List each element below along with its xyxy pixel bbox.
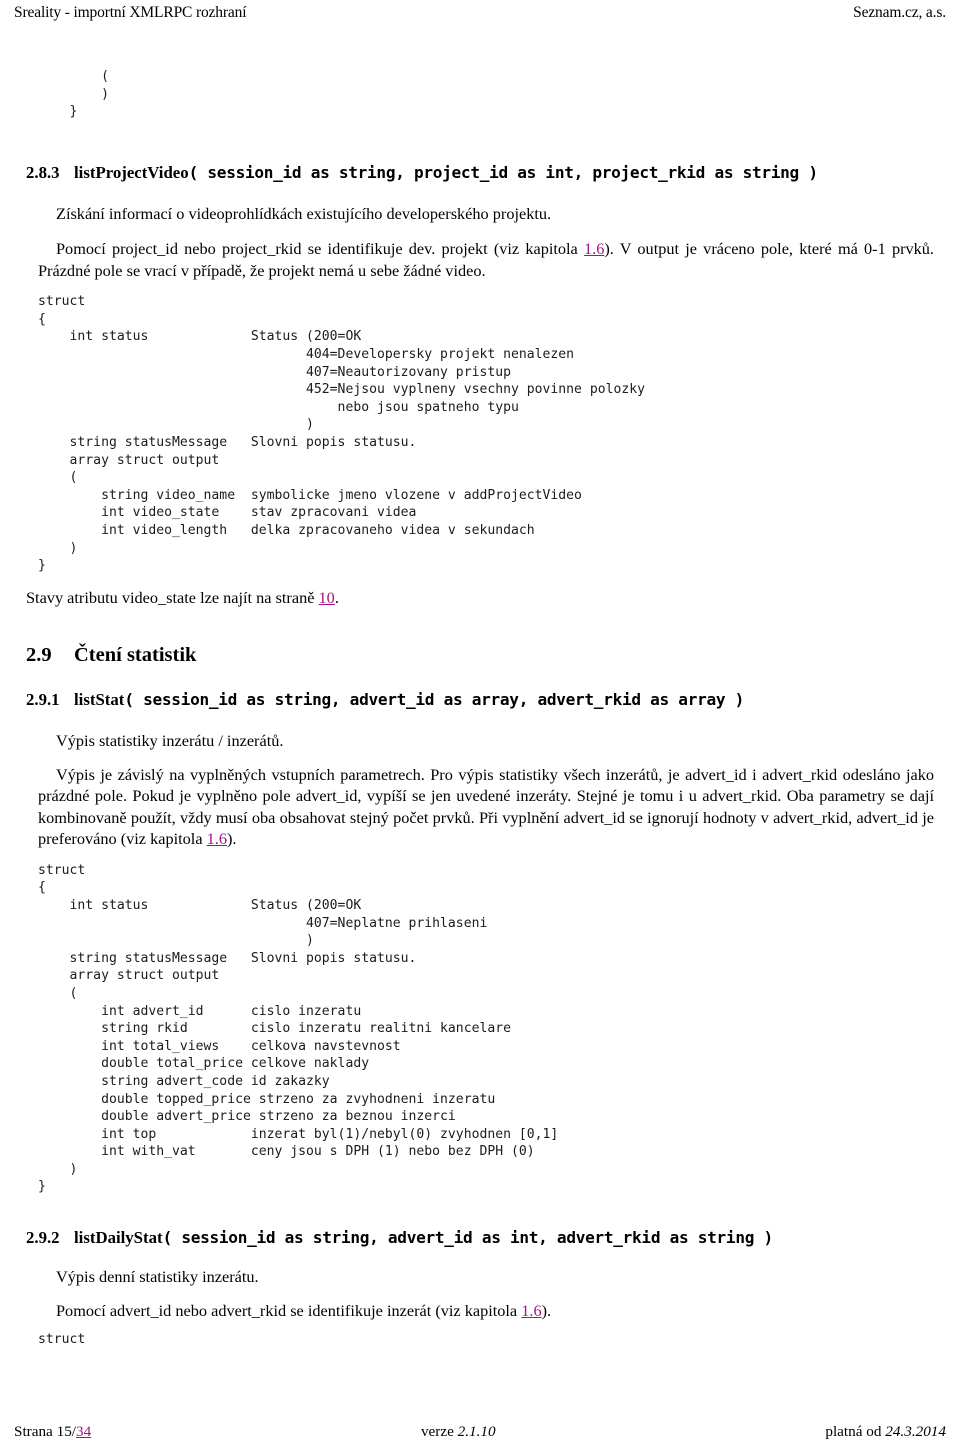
heading-2-9-2-signature: ( session_id as string, advert_id as int… [162,1228,774,1248]
heading-2-8-3-signature: ( session_id as string, project_id as in… [188,162,818,182]
heading-2-9-number: 2.9 [26,644,52,667]
heading-2-8-3-name: listProjectVideo [74,162,189,182]
heading-2-8-3: 2.8.3 listProjectVideo( session_id as str… [0,161,960,185]
link-chapter-1-6[interactable]: 1.6 [584,239,604,258]
code-fragment-continued: ( ) } [69,69,109,120]
note-video-state-b: . [334,587,339,607]
link-total-pages[interactable]: 34 [76,1423,91,1440]
heading-2-9-1-signature: ( session_id as string, advert_id as arr… [124,690,745,710]
heading-2-9-2-number: 2.9.2 [26,1228,60,1248]
paragraph-2-9-2-detail-b: ). [541,1300,552,1320]
heading-2-9-title: Čtení statistik [74,644,197,667]
code-block-listdailystat: struct [38,1332,86,1348]
heading-2-8-3-number: 2.8.3 [26,162,60,182]
footer-valid-prefix: platná od [825,1423,886,1440]
header-title-left: Sreality - importní XMLRPC rozhraní [14,4,247,21]
heading-2-9-2-name: listDailyStat [74,1228,163,1248]
header-title-right: Seznam.cz, a.s. [853,4,946,21]
footer-page-prefix: Strana 15/ [14,1423,77,1440]
code-block-listprojectvideo: struct { int status Status (200=OK 404=D… [38,294,645,574]
document-page: Sreality - importní XMLRPC rozhraní Sezn… [0,0,960,1451]
heading-2-9-1-number: 2.9.1 [26,690,60,710]
link-chapter-1-6-third[interactable]: 1.6 [521,1301,541,1320]
paragraph-2-8-3-detail-a: Pomocí project_id nebo project_rkid se i… [56,239,584,259]
footer-valid-from: platná od 24.3.2014 [825,1423,946,1441]
footer-page-number: Strana 15/34 [14,1423,91,1441]
paragraph-2-9-1-intro: Výpis statistiky inzerátu / inzerátů. [56,731,284,751]
paragraph-2-9-2-detail-a: Pomocí advert_id nebo advert_rkid se ide… [56,1300,522,1320]
paragraph-2-9-1-detail-a: Výpis je závislý na vyplněných vstupních… [38,764,934,849]
heading-2-9: 2.9 Čtení statistik [0,642,960,668]
paragraph-2-9-2-detail: Pomocí advert_id nebo advert_rkid se ide… [0,1300,960,1322]
code-block-liststat: struct { int status Status (200=OK 407=N… [38,862,559,1195]
footer-version: verze 2.1.10 [421,1423,496,1441]
paragraph-2-9-1-detail: Výpis je závislý na vyplněných vstupních… [0,764,960,850]
page-footer: Strana 15/34 verze 2.1.10 platná od 24.3… [0,1421,960,1443]
paragraph-2-8-3-intro: Získání informací o videoprohlídkách exi… [56,203,552,223]
document-body: ( ) } 2.8.3 listProjectVideo( session_id … [0,30,960,1349]
link-page-10[interactable]: 10 [319,588,335,607]
paragraph-2-8-3-detail: Pomocí project_id nebo project_rkid se i… [0,238,960,281]
footer-version-value: 2.1.10 [457,1423,496,1440]
footer-valid-value: 24.3.2014 [885,1423,946,1440]
footer-version-prefix: verze [420,1423,458,1440]
heading-2-9-1-name: listStat [74,690,125,710]
paragraph-2-9-1-detail-b: ). [226,829,237,849]
heading-2-9-1: 2.9.1 listStat( session_id as string, adv… [0,688,960,712]
note-video-state: Stavy atributu video_state lze najít na … [0,587,960,609]
paragraph-2-9-2-intro: Výpis denní statistiky inzerátu. [56,1267,259,1287]
page-header: Sreality - importní XMLRPC rozhraní Sezn… [0,0,960,30]
heading-2-9-2: 2.9.2 listDailyStat( session_id as string… [0,1226,960,1250]
note-video-state-a: Stavy atributu video_state lze najít na … [26,587,319,607]
link-chapter-1-6-second[interactable]: 1.6 [207,829,227,848]
